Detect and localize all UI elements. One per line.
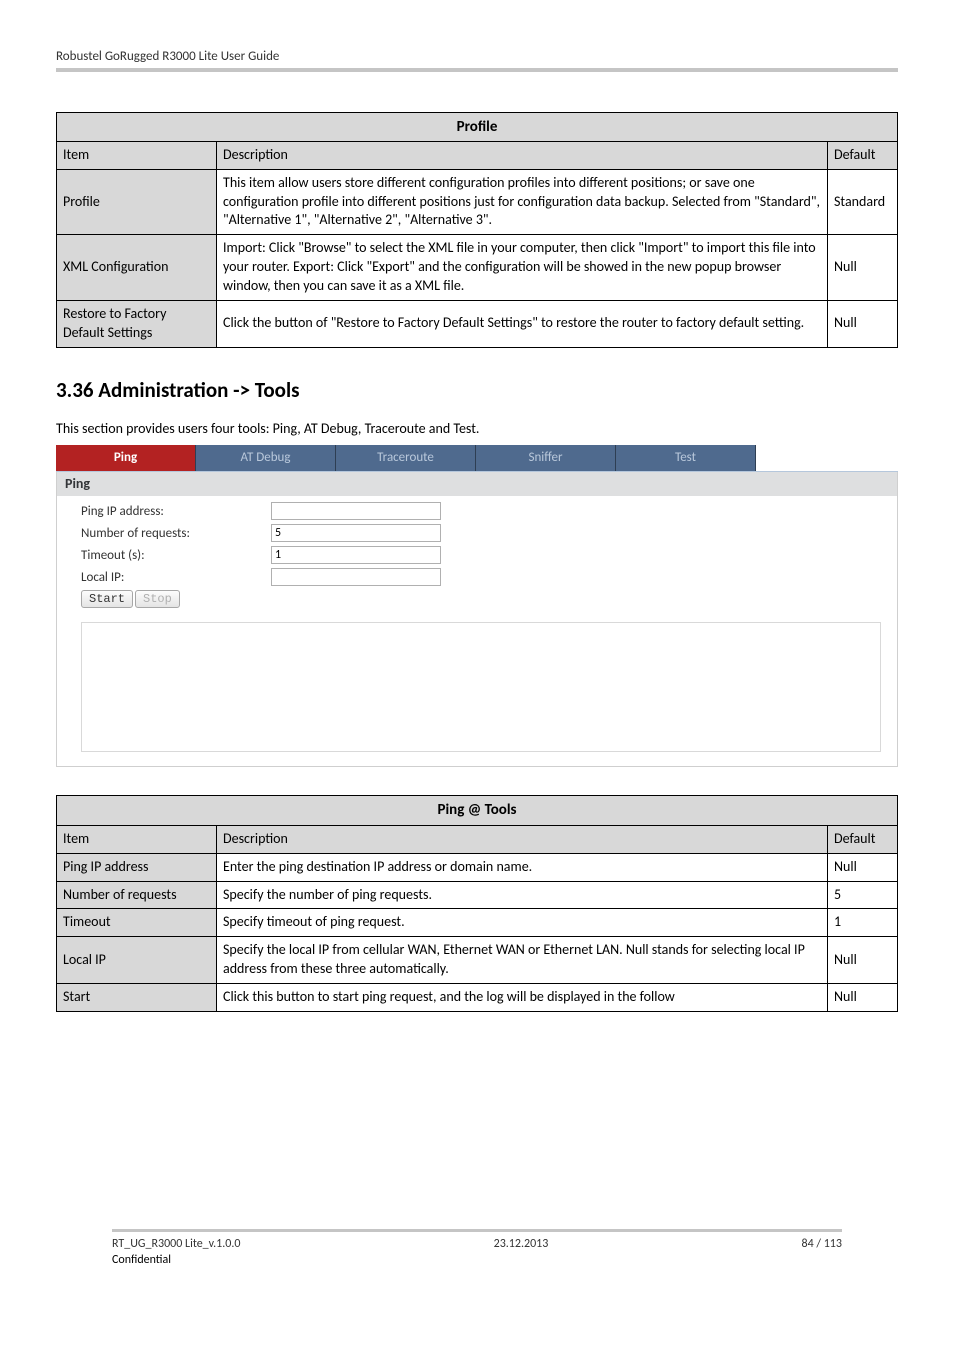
- table-row: XML Configuration Import: Click "Browse"…: [57, 235, 898, 301]
- cell-item: Timeout: [57, 909, 217, 937]
- col-default-header: Default: [828, 825, 898, 853]
- cell-default: 5: [828, 881, 898, 909]
- cell-default: Null: [828, 984, 898, 1012]
- col-desc-header: Description: [217, 141, 828, 169]
- section-heading: 3.36 Administration -> Tools: [56, 376, 898, 404]
- stop-button[interactable]: Stop: [135, 590, 180, 608]
- cell-desc: Specify timeout of ping request.: [217, 909, 828, 937]
- col-item-header: Item: [57, 141, 217, 169]
- col-item-header: Item: [57, 825, 217, 853]
- col-default-header: Default: [828, 141, 898, 169]
- cell-desc: This item allow users store different co…: [217, 169, 828, 235]
- cell-default: 1: [828, 909, 898, 937]
- local-ip-label: Local IP:: [81, 569, 271, 587]
- header-underline: [56, 68, 898, 72]
- section-desc: This section provides users four tools: …: [56, 420, 898, 439]
- ping-panel: Ping Ping IP address: Number of requests…: [56, 472, 898, 768]
- footer-center: 23.12.2013: [494, 1236, 549, 1252]
- table-row: Timeout Specify timeout of ping request.…: [57, 909, 898, 937]
- cell-desc: Import: Click "Browse" to select the XML…: [217, 235, 828, 301]
- page-footer: RT_UG_R3000 Lite_v.1.0.0 23.12.2013 84 /…: [112, 1229, 842, 1268]
- table-row: Ping IP address Enter the ping destinati…: [57, 853, 898, 881]
- cell-default: Standard: [828, 169, 898, 235]
- cell-desc: Specify the number of ping requests.: [217, 881, 828, 909]
- footer-line: [112, 1229, 842, 1232]
- ping-tools-table: Ping @ Tools Item Description Default Pi…: [56, 795, 898, 1011]
- num-requests-label: Number of requests:: [81, 525, 271, 543]
- cell-item: Ping IP address: [57, 853, 217, 881]
- tab-sniffer[interactable]: Sniffer: [476, 445, 616, 471]
- cell-item: Restore to Factory Default Settings: [57, 301, 217, 348]
- cell-default: Null: [828, 301, 898, 348]
- col-desc-header: Description: [217, 825, 828, 853]
- ping-output-area: [81, 622, 881, 752]
- table-row: Start Click this button to start ping re…: [57, 984, 898, 1012]
- start-button[interactable]: Start: [81, 590, 133, 608]
- local-ip-input[interactable]: [271, 568, 441, 586]
- timeout-input[interactable]: [271, 546, 441, 564]
- cell-default: Null: [828, 853, 898, 881]
- profile-table: Profile Item Description Default Profile…: [56, 112, 898, 348]
- panel-title: Ping: [57, 472, 897, 497]
- timeout-label: Timeout (s):: [81, 547, 271, 565]
- cell-desc: Enter the ping destination IP address or…: [217, 853, 828, 881]
- cell-default: Null: [828, 235, 898, 301]
- tab-ping[interactable]: Ping: [56, 445, 196, 471]
- cell-desc: Click the button of "Restore to Factory …: [217, 301, 828, 348]
- cell-item: Local IP: [57, 937, 217, 984]
- table-title: Profile: [57, 112, 898, 141]
- tab-test[interactable]: Test: [616, 445, 756, 471]
- doc-header-title: Robustel GoRugged R3000 Lite User Guide: [56, 48, 898, 68]
- cell-item: Number of requests: [57, 881, 217, 909]
- cell-item: Profile: [57, 169, 217, 235]
- table-row: Restore to Factory Default Settings Clic…: [57, 301, 898, 348]
- cell-desc: Specify the local IP from cellular WAN, …: [217, 937, 828, 984]
- cell-desc: Click this button to start ping request,…: [217, 984, 828, 1012]
- tab-traceroute[interactable]: Traceroute: [336, 445, 476, 471]
- ping-ip-input[interactable]: [271, 502, 441, 520]
- cell-item: XML Configuration: [57, 235, 217, 301]
- cell-item: Start: [57, 984, 217, 1012]
- table-row: Profile This item allow users store diff…: [57, 169, 898, 235]
- num-requests-input[interactable]: [271, 524, 441, 542]
- table-row: Number of requests Specify the number of…: [57, 881, 898, 909]
- table-row: Local IP Specify the local IP from cellu…: [57, 937, 898, 984]
- footer-right: 84 / 113: [802, 1236, 842, 1252]
- tools-tabs: Ping AT Debug Traceroute Sniffer Test: [56, 445, 898, 472]
- footer-left: RT_UG_R3000 Lite_v.1.0.0: [112, 1236, 240, 1252]
- footer-confidential: Confidential: [112, 1252, 842, 1268]
- tab-at-debug[interactable]: AT Debug: [196, 445, 336, 471]
- ping-ip-label: Ping IP address:: [81, 503, 271, 521]
- cell-default: Null: [828, 937, 898, 984]
- table-title: Ping @ Tools: [57, 796, 898, 825]
